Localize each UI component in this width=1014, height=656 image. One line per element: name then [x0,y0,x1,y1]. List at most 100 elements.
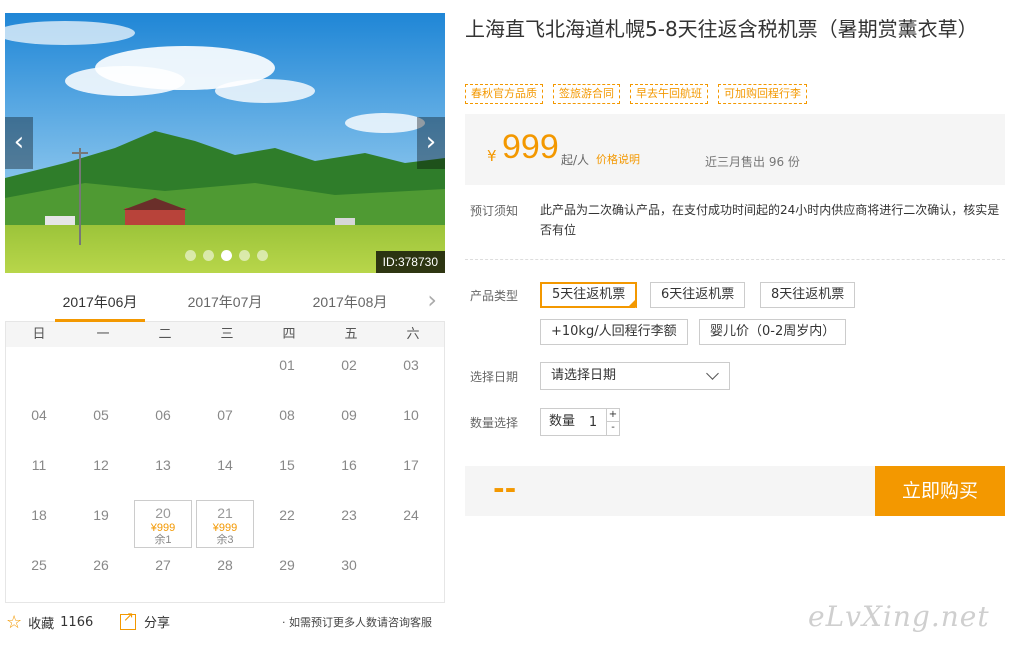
day-number: 14 [217,457,233,473]
day-price: ¥999 [212,522,238,534]
weekday-header: 日一二三四五六 [6,322,444,347]
gallery-dot[interactable] [185,250,196,261]
share-label: 分享 [144,616,171,631]
month-tabs: › 2017年06月 2017年07月 2017年08月 [5,282,445,322]
calendar-day-available[interactable]: 21 ¥999 余3 [196,500,254,548]
price-calendar: 日 一 二 三 四 五 六 01 02 03 04 05 06 07 08 09 10 11 12 13 14 15 16… [5,322,445,603]
date-label: 选择日期 [470,370,519,384]
gallery-dots [185,250,268,261]
product-title: 上海直飞北海道札幌5-8天往返含税机票（暑期赏薰衣草） [465,17,978,41]
gallery-dot[interactable] [203,250,214,261]
weekday-label: 六 [406,327,420,342]
weekday-label: 三 [220,327,234,342]
calendar-day-available[interactable]: 20 ¥999 余1 [134,500,192,548]
day-number: 15 [279,457,295,473]
landscape-photo [5,13,445,273]
calendar-day: 29 [258,550,316,598]
share-icon [120,610,136,630]
type-label: 产品类型 [470,289,519,303]
month-tab[interactable]: 2017年08月 [305,282,395,322]
product-type-option[interactable]: 5天往返机票 [540,282,638,321]
calendar-day: 07 [196,400,254,448]
gallery-next-button[interactable]: › [417,117,445,169]
image-id-badge: ID:378730 [375,251,445,273]
day-number: 30 [341,557,357,573]
product-gallery: ‹ › ID:378730 [5,13,445,273]
date-select[interactable]: 请选择日期 [540,362,730,390]
calendar-day: 05 [72,400,130,448]
chevron-down-icon [706,367,719,380]
price-note-link[interactable]: 价格说明 [596,151,640,167]
day-number: 18 [31,507,47,523]
day-number: 22 [279,507,295,523]
calendar-day: 06 [134,400,192,448]
day-number: 27 [155,557,171,573]
gallery-prev-button[interactable]: ‹ [5,117,33,169]
day-number: 09 [341,407,357,423]
product-type-option[interactable]: +10kg/人回程行李额 [540,319,688,345]
calendar-day: 09 [320,400,378,448]
total-price: -- [493,472,517,505]
qty-minus-button[interactable]: - [606,422,619,435]
calendar-day: 10 [382,400,440,448]
day-number: 17 [403,457,419,473]
calendar-day: 14 [196,450,254,498]
day-number: 29 [279,557,295,573]
calendar-day: 01 [258,350,316,398]
day-number: 11 [31,457,47,473]
day-number: 26 [93,557,109,573]
chevron-left-icon: ‹ [13,127,25,157]
calendar-day: 26 [72,550,130,598]
calendar-day: 28 [196,550,254,598]
gallery-dot[interactable] [257,250,268,261]
favorite-count: 1166 [60,615,94,630]
star-icon: ☆ [6,612,23,633]
calendar-row: 01 02 03 [6,350,444,400]
product-type-option[interactable]: 6天往返机票 [650,282,746,308]
option-label: 5天往返机票 [552,287,626,302]
month-tab[interactable]: 2017年07月 [180,282,270,322]
qty-inner-label: 数量 [549,414,576,429]
day-number: 08 [279,407,295,423]
sold-count: 近三月售出 96 份 [705,155,800,169]
quantity-stepper: 数量 + - [540,408,620,436]
calendar-day: 16 [320,450,378,498]
buy-bar: -- 立即购买 [465,466,1005,516]
day-number: 12 [93,457,109,473]
chevron-right-icon[interactable]: › [427,286,437,314]
calendar-day: 30 [320,550,378,598]
option-label: 6天往返机票 [661,287,735,302]
day-number: 20 [155,505,171,521]
product-type-option[interactable]: 8天往返机票 [760,282,856,308]
calendar-row: 11 12 13 14 15 16 17 [6,450,444,500]
notice-label: 预订须知 [470,204,519,218]
date-select-value: 请选择日期 [551,368,617,383]
calendar-row: 18 19 20 ¥999 余1 21 ¥999 余3 22 23 24 [6,500,444,550]
calendar-day: 12 [72,450,130,498]
day-number: 24 [403,507,419,523]
price-box: ¥ 999 起/人 价格说明 近三月售出 96 份 [465,114,1005,185]
quantity-input[interactable] [586,409,600,435]
buy-now-button[interactable]: 立即购买 [875,466,1005,516]
product-type-option[interactable]: 婴儿价（0-2周岁内） [699,319,847,345]
calendar-row: 25 26 27 28 29 30 [6,550,444,600]
month-tab[interactable]: 2017年06月 [55,282,145,322]
calendar-day: 02 [320,350,378,398]
calendar-day: 18 [10,500,68,548]
day-number: 28 [217,557,233,573]
calendar-day: 13 [134,450,192,498]
product-tag: 春秋官方品质 [465,84,543,104]
consult-note: · 如需预订更多人数请咨询客服 [282,616,432,629]
day-number: 06 [155,407,171,423]
weekday-label: 四 [282,327,296,342]
day-number: 07 [217,407,233,423]
gallery-dot[interactable] [239,250,250,261]
price-value: 999 [502,128,559,166]
day-remaining: 余1 [154,534,172,546]
qty-plus-button[interactable]: + [606,409,619,422]
option-label: 婴儿价（0-2周岁内） [710,324,836,339]
gallery-dot[interactable] [221,250,232,261]
share-button[interactable]: 分享 [120,610,171,631]
day-number: 01 [279,357,295,373]
favorite-button[interactable]: ☆ 收藏 1166 [6,612,93,633]
